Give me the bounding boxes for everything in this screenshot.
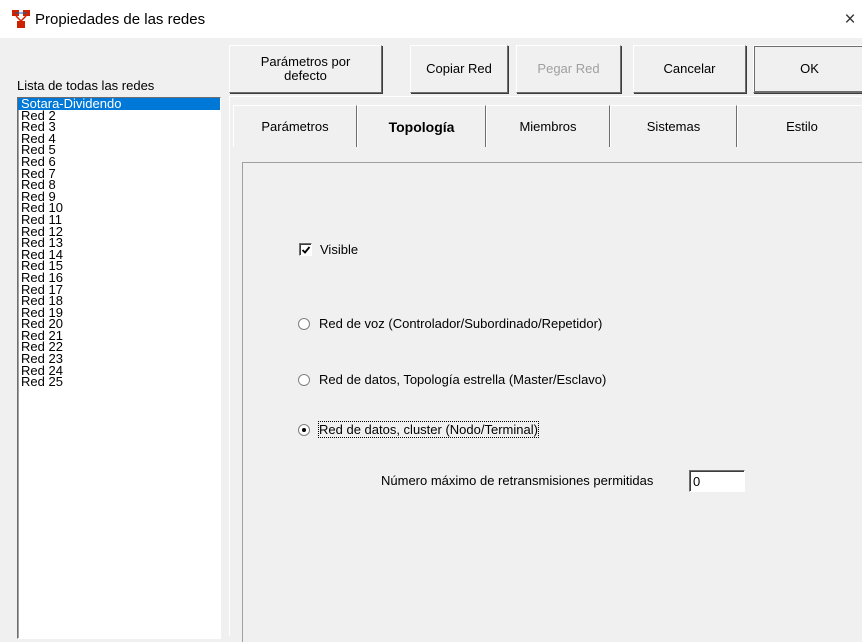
list-item[interactable]: Red 13 [18, 237, 220, 249]
topology-panel [242, 162, 862, 642]
list-item[interactable]: Red 7 [18, 168, 220, 180]
close-icon[interactable]: × [838, 8, 862, 32]
list-item[interactable]: Red 4 [18, 133, 220, 145]
list-item[interactable]: Red 25 [18, 376, 220, 388]
cluster-label[interactable]: Red de datos, cluster (Nodo/Terminal) [318, 421, 539, 438]
max-retransmissions-input[interactable] [689, 470, 745, 492]
list-item[interactable]: Red 16 [18, 272, 220, 284]
default-parameters-button[interactable]: Parámetros por defecto [229, 45, 382, 93]
list-item[interactable]: Red 17 [18, 284, 220, 296]
max-retransmissions-label: Número máximo de retransmisiones permiti… [381, 473, 654, 488]
list-item[interactable]: Red 11 [18, 214, 220, 226]
default-parameters-label-line1: Parámetros por [260, 54, 351, 69]
voice-network-label[interactable]: Red de voz (Controlador/Subordinado/Repe… [319, 316, 602, 331]
radio-selected-dot [302, 428, 306, 432]
copy-network-button[interactable]: Copiar Red [410, 45, 508, 93]
list-item[interactable]: Sotara-Dividendo [18, 98, 220, 110]
list-item[interactable]: Red 6 [18, 156, 220, 168]
star-topology-radio[interactable] [298, 374, 310, 386]
list-item[interactable]: Red 3 [18, 121, 220, 133]
tab-style[interactable]: Estilo [737, 105, 862, 147]
list-item[interactable]: Red 9 [18, 191, 220, 203]
window-title: Propiedades de las redes [35, 11, 206, 28]
visible-checkbox[interactable] [299, 243, 312, 256]
list-item[interactable]: Red 8 [18, 179, 220, 191]
cancel-button[interactable]: Cancelar [633, 45, 746, 93]
checkmark-icon [301, 246, 311, 254]
ok-button[interactable]: OK [753, 45, 862, 93]
list-item[interactable]: Red 10 [18, 202, 220, 214]
cluster-radio[interactable] [298, 424, 310, 436]
visible-label[interactable]: Visible [320, 242, 358, 257]
list-item[interactable]: Red 23 [18, 353, 220, 365]
default-parameters-label-line2: defecto [284, 68, 327, 83]
tab-members[interactable]: Miembros [486, 105, 610, 147]
tab-topology[interactable]: Topología [357, 105, 486, 147]
paste-network-button[interactable]: Pegar Red [516, 45, 621, 93]
list-item[interactable]: Red 22 [18, 341, 220, 353]
list-item[interactable]: Red 15 [18, 260, 220, 272]
list-item[interactable]: Red 20 [18, 318, 220, 330]
tab-parameters[interactable]: Parámetros [233, 105, 357, 147]
list-item[interactable]: Red 14 [18, 249, 220, 261]
star-topology-label[interactable]: Red de datos, Topología estrella (Master… [319, 372, 606, 387]
network-list-label: Lista de todas las redes [17, 78, 155, 93]
list-item[interactable]: Red 21 [18, 330, 220, 342]
voice-network-radio[interactable] [298, 318, 310, 330]
list-item[interactable]: Red 18 [18, 295, 220, 307]
network-app-icon [11, 9, 31, 29]
list-item[interactable]: Red 19 [18, 307, 220, 319]
tab-systems[interactable]: Sistemas [610, 105, 737, 147]
list-item[interactable]: Red 5 [18, 144, 220, 156]
list-item[interactable]: Red 24 [18, 365, 220, 377]
network-list[interactable]: Sotara-Dividendo Red 2 Red 3 Red 4 Red 5 Red … [17, 97, 221, 639]
list-item[interactable]: Red 2 [18, 110, 220, 122]
list-item[interactable]: Red 12 [18, 226, 220, 238]
